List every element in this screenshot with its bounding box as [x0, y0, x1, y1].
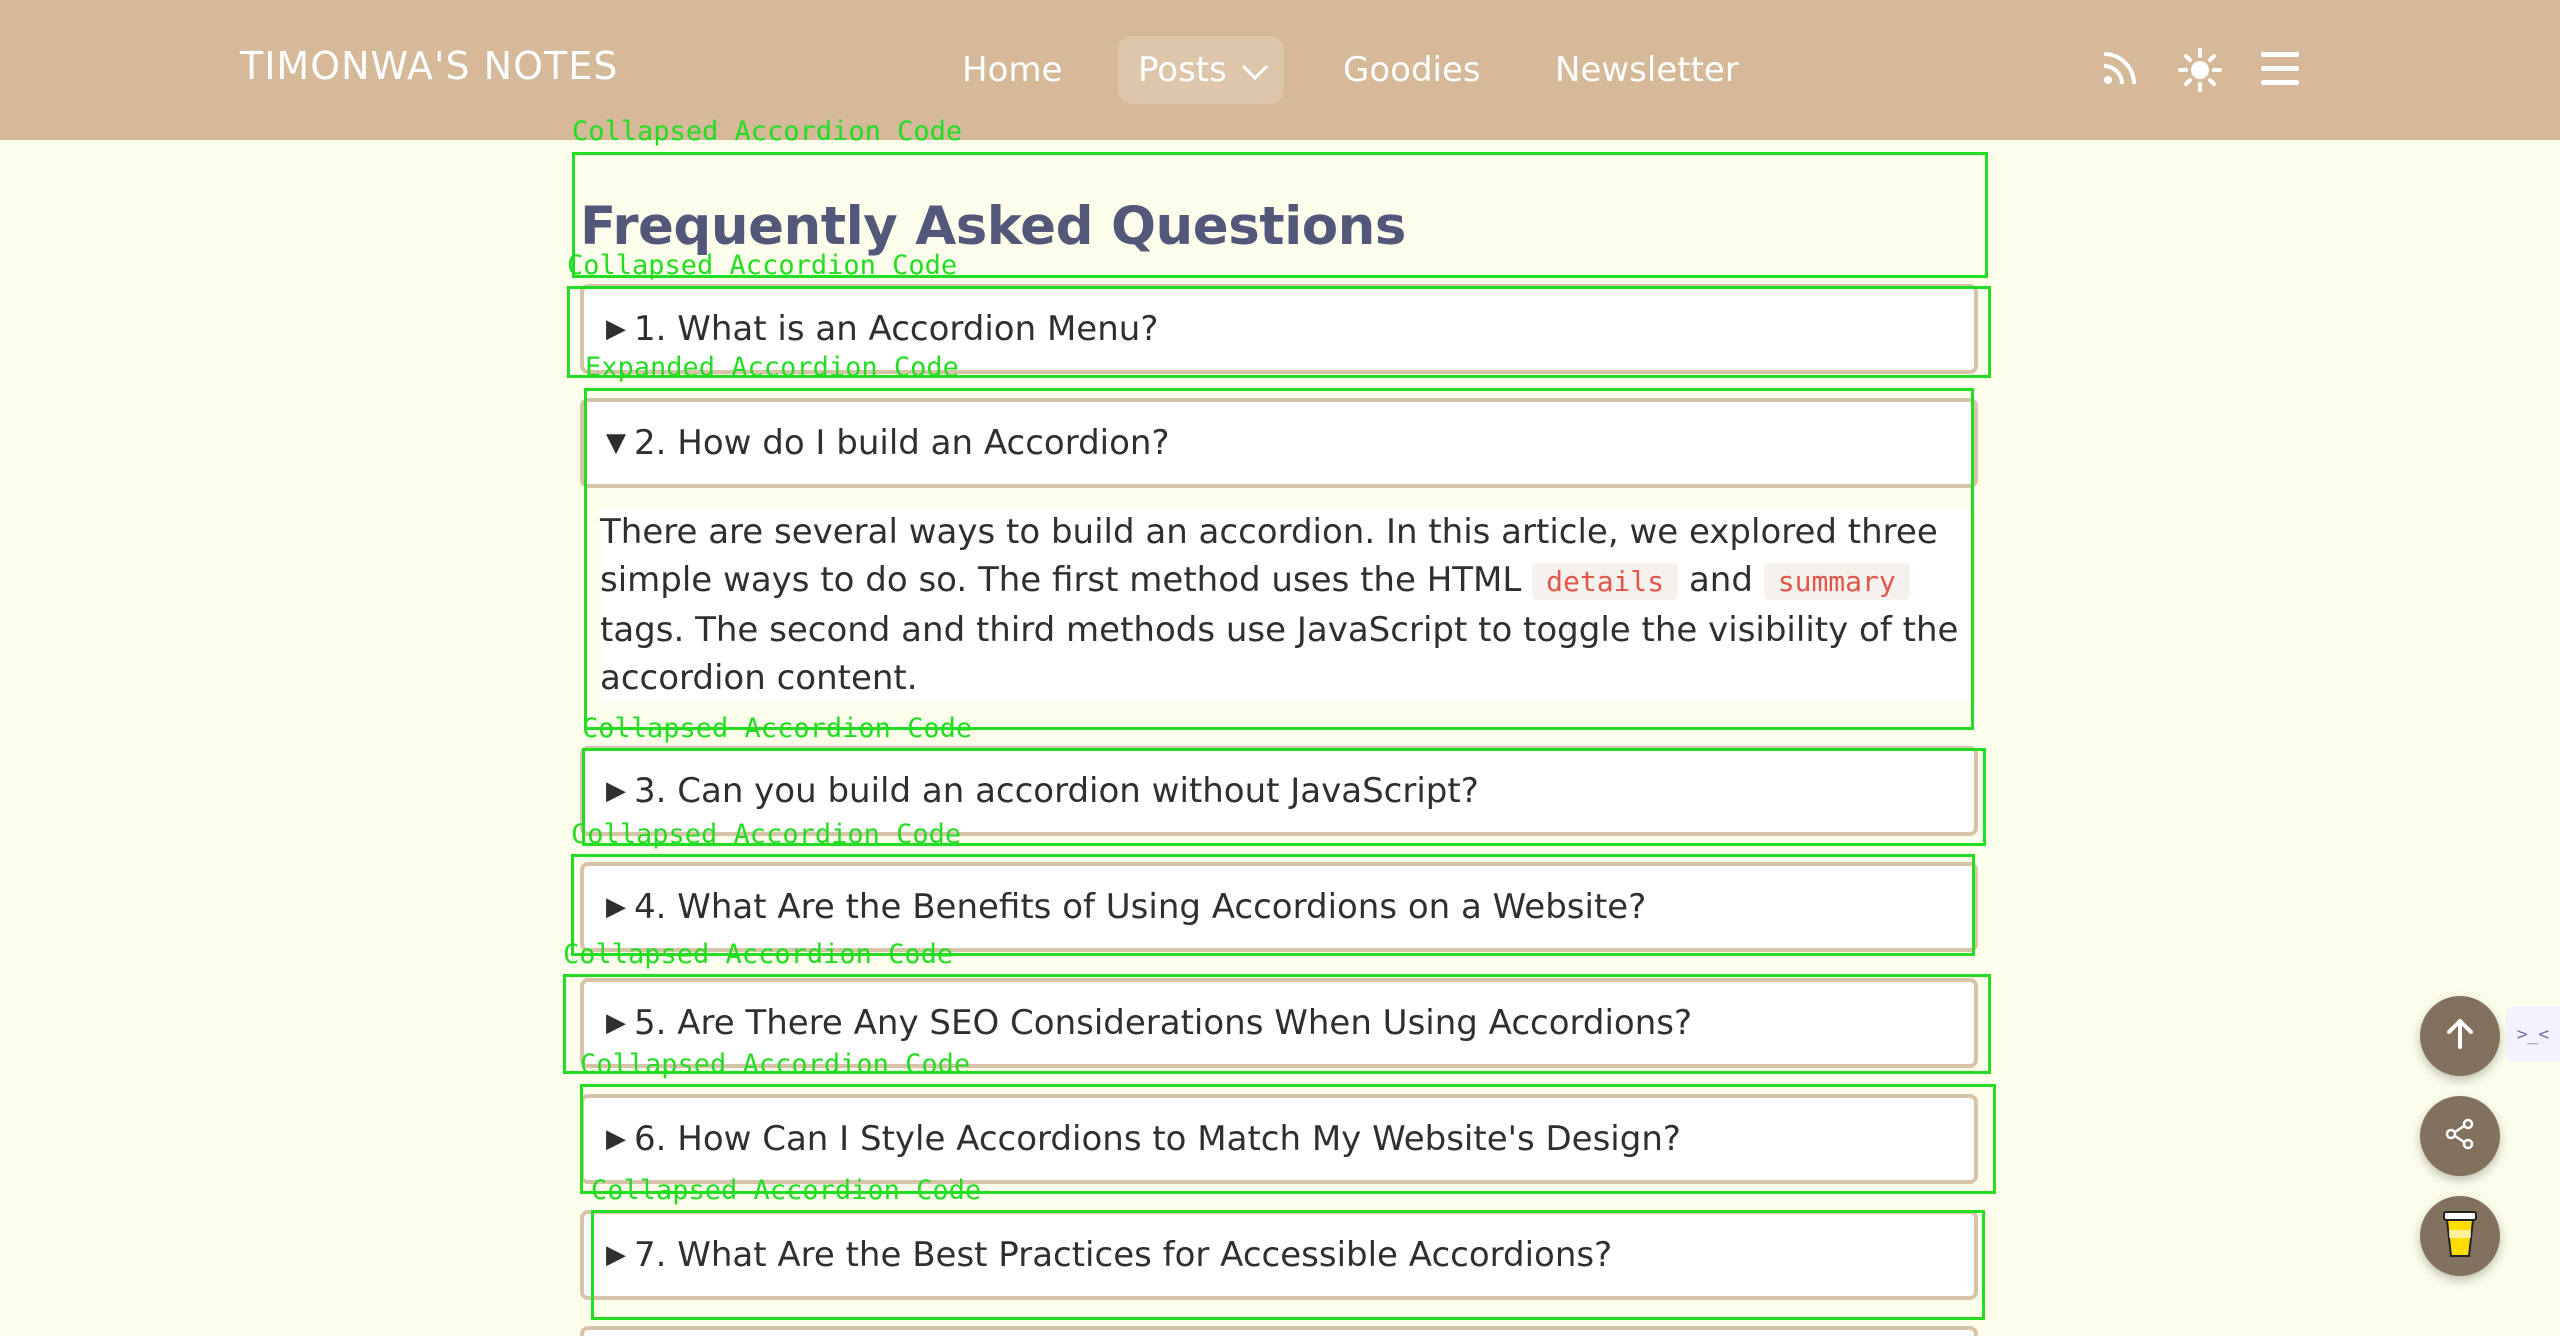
annotation-label: Collapsed Accordion Code	[591, 1175, 982, 1206]
nav-posts-dropdown[interactable]: Posts	[1118, 36, 1284, 104]
accordion-question: 6. How Can I Style Accordions to Match M…	[634, 1119, 1681, 1159]
buy-me-a-coffee-button[interactable]	[2420, 1196, 2500, 1276]
annotation-label: Collapsed Accordion Code	[563, 939, 954, 970]
triangle-right-icon: ▶	[606, 892, 626, 922]
nav-newsletter[interactable]: Newsletter	[1555, 50, 1739, 90]
arrow-up-icon	[2443, 1017, 2477, 1055]
answer-text: and	[1678, 560, 1764, 600]
accordion-item-7[interactable]: ▶ 7. What Are the Best Practices for Acc…	[580, 1210, 1978, 1300]
accordion-item-6[interactable]: ▶ 6. How Can I Style Accordions to Match…	[580, 1094, 1978, 1184]
scroll-to-top-button[interactable]	[2420, 996, 2500, 1076]
annotation-label: Collapsed Accordion Code	[582, 713, 973, 744]
accordion-item-8-partial[interactable]	[580, 1326, 1978, 1336]
accordion-answer-2: There are several ways to build an accor…	[600, 508, 1970, 702]
accordion-question: 3. Can you build an accordion without Ja…	[634, 771, 1479, 811]
triangle-right-icon: ▶	[606, 314, 626, 344]
nav-goodies[interactable]: Goodies	[1343, 50, 1481, 90]
nav-posts-label: Posts	[1138, 50, 1227, 90]
annotation-label: Collapsed Accordion Code	[567, 250, 958, 281]
triangle-right-icon: ▶	[606, 1124, 626, 1154]
annotation-label: Collapsed Accordion Code	[571, 819, 962, 850]
triangle-down-icon: ▼	[606, 428, 626, 458]
accordion-question: 4. What Are the Benefits of Using Accord…	[634, 887, 1647, 927]
accordion-question: 5. Are There Any SEO Considerations When…	[634, 1003, 1693, 1043]
triangle-right-icon: ▶	[606, 776, 626, 806]
answer-text: tags. The second and third methods use J…	[600, 610, 1959, 698]
feedback-tab[interactable]: >_<	[2506, 1006, 2560, 1062]
share-button[interactable]	[2420, 1096, 2500, 1176]
coffee-cup-icon	[2440, 1208, 2480, 1264]
page-title: Frequently Asked Questions	[580, 196, 1406, 257]
menu-icon[interactable]	[2261, 52, 2299, 90]
accordion-question: 2. How do I build an Accordion?	[634, 423, 1170, 463]
accordion-question: 7. What Are the Best Practices for Acces…	[634, 1235, 1613, 1275]
site-brand[interactable]: TIMONWA'S NOTES	[240, 44, 618, 88]
accordion-question: 1. What is an Accordion Menu?	[634, 309, 1159, 349]
triangle-right-icon: ▶	[606, 1240, 626, 1270]
share-icon	[2444, 1118, 2476, 1154]
chevron-down-icon	[1241, 50, 1269, 90]
sun-icon[interactable]	[2178, 48, 2222, 96]
accordion-item-2[interactable]: ▼ 2. How do I build an Accordion?	[580, 398, 1978, 488]
code-details: details	[1532, 563, 1679, 600]
triangle-right-icon: ▶	[606, 1008, 626, 1038]
nav-home[interactable]: Home	[962, 50, 1062, 90]
code-summary: summary	[1763, 563, 1910, 600]
annotation-label: Collapsed Accordion Code	[580, 1049, 971, 1080]
site-header: TIMONWA'S NOTES Home Posts Goodies Newsl…	[0, 0, 2560, 140]
annotation-label: Expanded Accordion Code	[585, 352, 959, 383]
annotation-label: Collapsed Accordion Code	[572, 116, 963, 147]
rss-icon[interactable]	[2100, 48, 2140, 92]
